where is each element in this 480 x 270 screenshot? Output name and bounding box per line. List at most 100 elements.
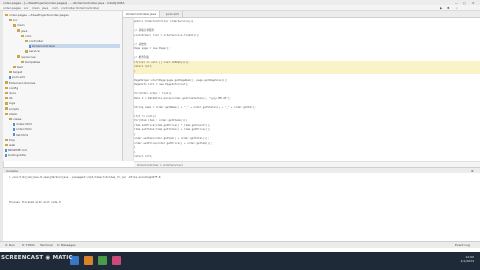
tool-run[interactable]: 4: Run — [5, 243, 15, 247]
tree-item-label: service — [29, 49, 40, 54]
code-line: String name = order.getName() + "_" + or… — [134, 105, 256, 109]
tree-folder[interactable]: static — [5, 112, 17, 116]
tab-pom[interactable]: pom.xml — [163, 11, 184, 17]
maximize-button[interactable]: □ — [463, 1, 466, 5]
tree-file[interactable]: list.html — [13, 133, 28, 137]
browser-icon[interactable] — [98, 256, 107, 265]
tree-folder[interactable]: config — [5, 86, 18, 90]
tree-folder[interactable]: resources — [17, 55, 36, 59]
bottom-tool-bar: 4: Run 6: TODO Terminal 0: Messages Even… — [0, 241, 480, 248]
code-line: item.setTotal(item.getTotal() + item.get… — [134, 128, 211, 131]
nav-crumb-6[interactable]: OrderController — [76, 6, 99, 10]
project-panel: order-pages ~/IdeaProjects/order-pages sr… — [3, 11, 123, 161]
tree-folder[interactable]: web — [5, 143, 15, 147]
tool-terminal[interactable]: Terminal — [40, 243, 53, 247]
tree-item-label: order-pages ~/IdeaProjects/order-pages — [9, 13, 69, 17]
tree-item-label: OrderController — [32, 44, 56, 49]
file-explorer-icon[interactable] — [84, 256, 93, 265]
tree-folder[interactable]: service — [25, 49, 40, 53]
tree-folder[interactable]: main — [13, 23, 25, 27]
code-line: } — [134, 150, 136, 154]
tree-folder[interactable]: External Libraries — [5, 81, 35, 85]
folder-icon — [5, 81, 8, 84]
tree-folder[interactable]: lib — [5, 96, 13, 100]
nav-crumb-4[interactable]: com — [52, 6, 58, 10]
tool-event-log[interactable]: Event Log — [455, 243, 470, 247]
nav-crumb-1[interactable]: src — [24, 6, 28, 10]
tree-folder[interactable]: java — [17, 29, 27, 33]
tree-folder[interactable]: views — [9, 117, 21, 121]
tree-folder[interactable]: com — [21, 34, 31, 38]
code-line: List<Order> list = orderService.findAll(… — [134, 33, 200, 37]
folder-icon — [21, 60, 24, 64]
tree-item-label: src — [13, 18, 18, 23]
code-line: // 初始化 — [134, 42, 147, 46]
tree-folder[interactable]: src — [9, 18, 17, 22]
tab-label: OrderController.java — [126, 12, 157, 16]
editor-tab-bar: OrderController.java pom.xml — [123, 11, 480, 18]
tree-file[interactable]: build.gradle — [5, 153, 26, 157]
folder-icon — [25, 39, 28, 43]
tree-item-label: pom.xml — [12, 75, 26, 80]
tree-item-label: README.md — [8, 148, 27, 153]
file-icon — [9, 75, 11, 79]
tree-item-label: tmp — [9, 137, 16, 142]
code-line: PageInfo info = new PageInfo(list); — [134, 83, 189, 86]
folder-icon — [5, 107, 8, 110]
minimize-button[interactable]: — — [455, 1, 458, 5]
tree-folder[interactable]: templates — [21, 60, 40, 64]
code-line: return null; — [134, 65, 153, 68]
debug-icon[interactable]: ✱ — [447, 6, 450, 10]
code-line: for(Order order : list){ — [134, 92, 172, 95]
code-line: return info; — [134, 155, 153, 158]
nav-crumb-5[interactable]: controller — [61, 6, 75, 10]
file-icon — [29, 44, 31, 48]
run-icon[interactable]: ▶ — [440, 6, 442, 10]
console-title: Console — [6, 168, 18, 173]
tool-messages[interactable]: 0: Messages — [57, 243, 76, 247]
nav-crumb-0[interactable]: order-pages — [3, 6, 21, 10]
console-output[interactable]: > /usr/lib/jvm/java-8-openjdk/bin/java -… — [3, 173, 480, 241]
search-icon[interactable]: ⌕ — [456, 6, 458, 10]
tree-folder[interactable]: tmp — [5, 138, 15, 142]
tree-folder[interactable]: controller — [25, 39, 43, 43]
nav-crumb-3[interactable]: java — [42, 6, 48, 10]
file-icon — [5, 153, 7, 157]
tree-file[interactable]: README.md — [5, 148, 27, 152]
code-editor[interactable]: public OrderController orderService(){ /… — [134, 18, 480, 161]
close-button[interactable]: ✕ — [472, 1, 475, 5]
tree-file[interactable]: index.html — [13, 122, 32, 126]
folder-icon — [5, 138, 8, 142]
taskbar-clock[interactable]: 12:00 1/1/2024 — [461, 255, 474, 263]
file-icon — [13, 122, 15, 126]
tree-folder[interactable]: test — [13, 65, 23, 69]
intellij-icon[interactable] — [112, 256, 121, 265]
nav-crumb-2[interactable]: main — [32, 6, 40, 10]
file-icon — [13, 127, 15, 131]
tree-file[interactable]: pom.xml — [9, 75, 25, 79]
code-line: // 检查列表 — [134, 56, 150, 59]
window-title: order-pages - [~/IdeaProjects/order-page… — [3, 0, 125, 5]
tree-folder[interactable]: logs — [5, 101, 15, 105]
tab-label: pom.xml — [166, 12, 180, 16]
tree-folder[interactable]: docs — [5, 91, 16, 95]
code-line: Page page = new Page(); — [134, 47, 170, 50]
tree-item-label: target — [13, 70, 23, 75]
code-line: Date d = DateUtils.parse(order.getCreate… — [134, 96, 231, 100]
tool-todo[interactable]: 6: TODO — [22, 243, 35, 247]
tree-item-label: views — [13, 117, 22, 121]
tree-file[interactable]: order.html — [13, 127, 32, 131]
tree-item-label: lib — [9, 96, 13, 101]
tree-folder[interactable]: scripts — [5, 107, 19, 111]
code-line: } — [134, 132, 136, 136]
tree-item-label: build.gradle — [8, 153, 26, 158]
gear-icon[interactable]: ⚙ — [471, 169, 474, 173]
code-line: item.setPrice(item.getPrice() * item.get… — [134, 123, 211, 127]
editor-breadcrumb-text[interactable]: OrderController > orderService() — [137, 163, 183, 167]
tab-order-controller[interactable]: OrderController.java — [123, 11, 161, 17]
tree-folder[interactable]: target — [9, 70, 22, 74]
tree-item-label: controller — [29, 39, 44, 43]
tree-folder[interactable]: order-pages ~/IdeaProjects/order-pages — [5, 13, 69, 17]
folder-icon — [5, 112, 8, 116]
tree-file[interactable]: OrderController — [29, 44, 120, 49]
